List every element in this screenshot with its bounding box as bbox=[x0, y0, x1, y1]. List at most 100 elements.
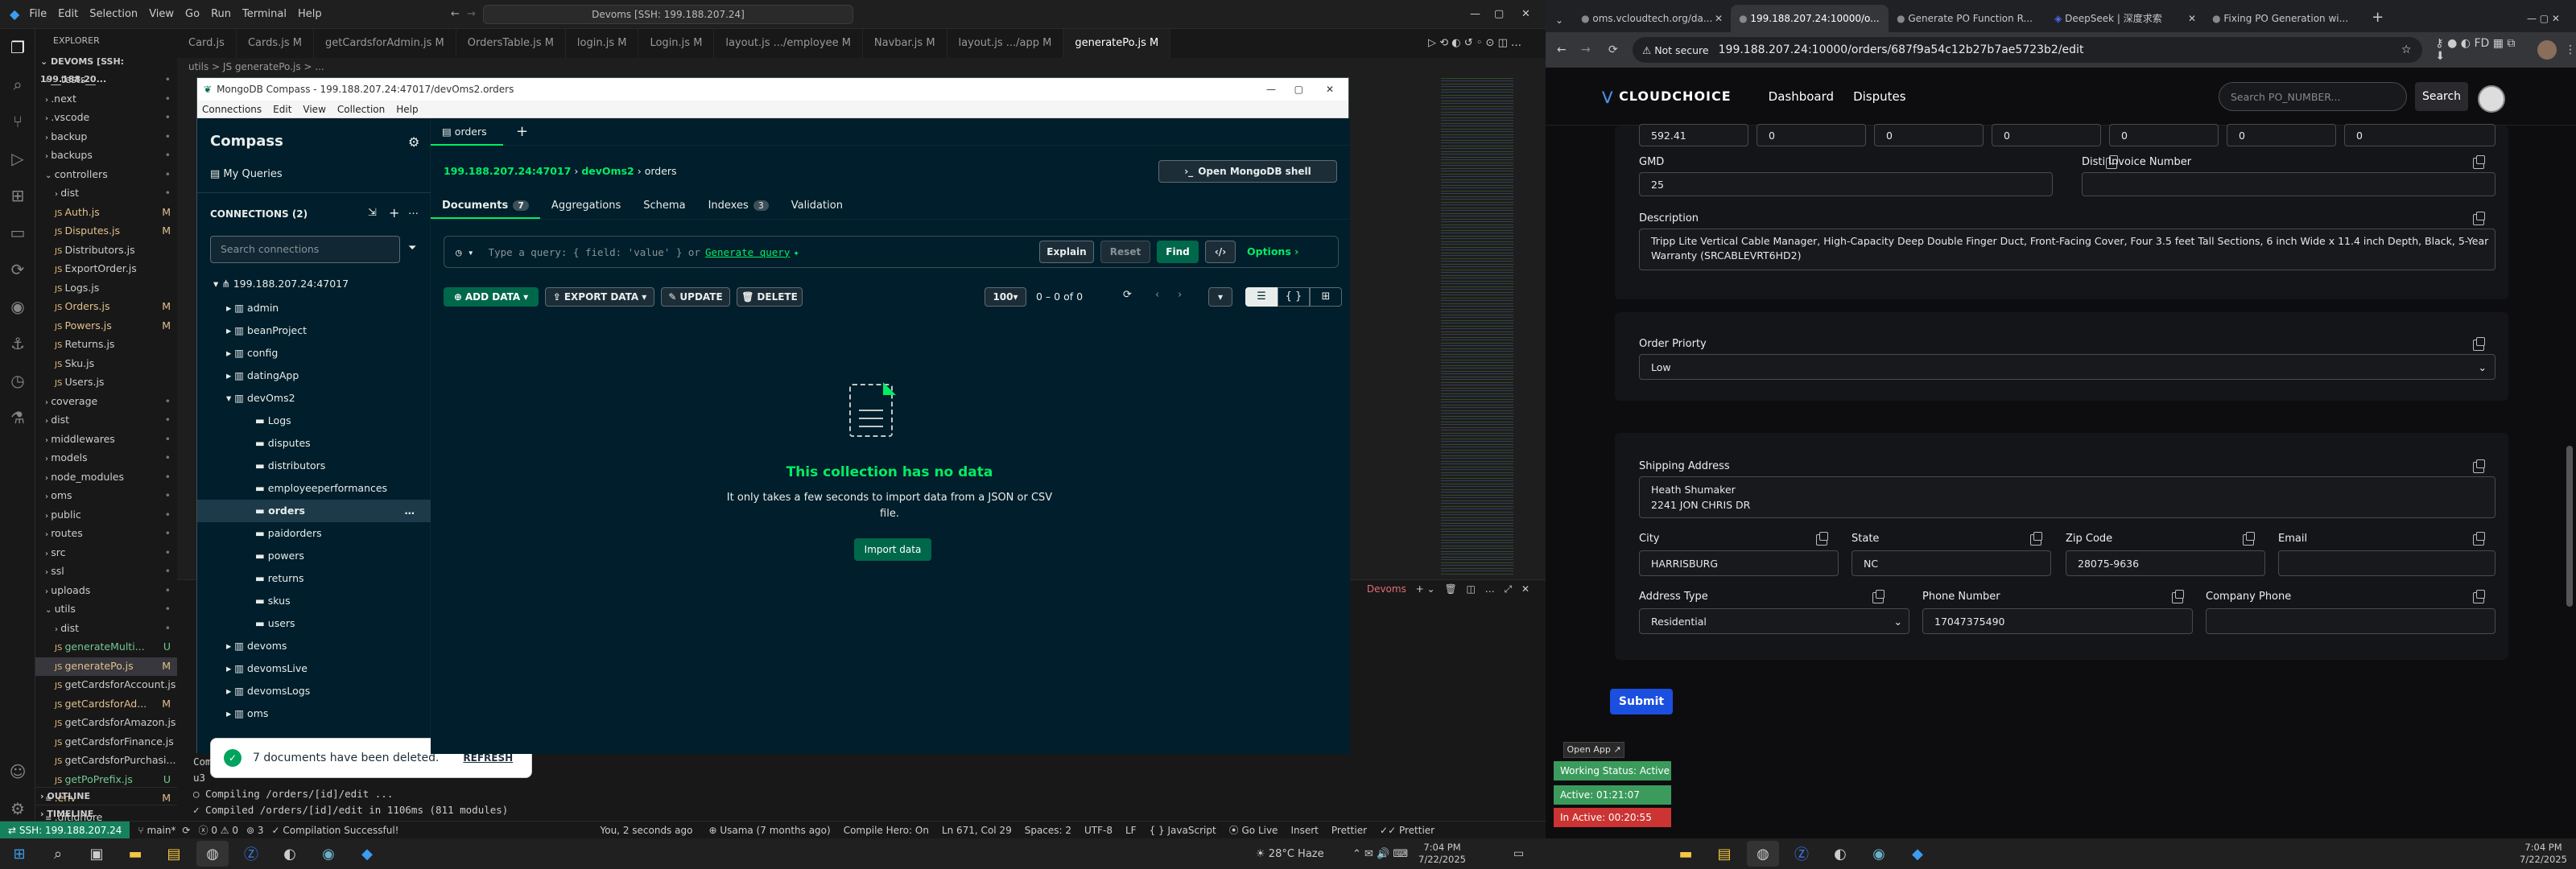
amount-input[interactable]: 0 bbox=[2344, 124, 2496, 146]
media-icon-2[interactable]: ◐ bbox=[1824, 841, 1856, 867]
list-view-toggle[interactable]: ☰ bbox=[1245, 287, 1278, 307]
tree-folder[interactable]: › public • bbox=[35, 506, 177, 525]
store-icon[interactable]: ▤ bbox=[158, 841, 190, 867]
compile-hero-status[interactable]: Compile Hero: On bbox=[844, 825, 929, 836]
copy-icon[interactable] bbox=[2172, 590, 2184, 603]
search-connections-input[interactable]: Search connections bbox=[210, 236, 400, 263]
scrollbar[interactable] bbox=[2566, 446, 2573, 607]
maximize-icon[interactable]: ▢ bbox=[1494, 8, 1504, 20]
tree-file[interactable]: JS Returns.js bbox=[35, 336, 177, 355]
refresh-icon[interactable]: ⟳ bbox=[1123, 289, 1132, 301]
start-icon[interactable]: ⊞ bbox=[3, 841, 35, 867]
database-item[interactable]: ▸ ▥ beanProject bbox=[197, 319, 431, 342]
collection-item[interactable]: ▬ users bbox=[197, 612, 431, 635]
tree-folder[interactable]: › .next • bbox=[35, 90, 177, 109]
tree-folder[interactable]: ⌄ utils • bbox=[35, 600, 177, 620]
compass-settings-icon[interactable]: ⚙ bbox=[408, 134, 419, 150]
docker-icon[interactable]: ⚓ bbox=[0, 325, 35, 362]
amount-input[interactable]: 0 bbox=[2109, 124, 2219, 146]
chrome-menu-icon[interactable]: ⋮ bbox=[2565, 43, 2576, 56]
address-bar[interactable]: ⚠ Not secure 199.188.207.24:10000/orders… bbox=[1633, 37, 2423, 63]
editor-action-icon[interactable]: ◫ bbox=[1498, 37, 1511, 49]
tree-file[interactable]: JS Orders.js M bbox=[35, 298, 177, 317]
collection-item[interactable]: ▬ skus bbox=[197, 590, 431, 612]
copy-icon[interactable] bbox=[2473, 337, 2485, 351]
open-app-button[interactable]: Open App ↗ bbox=[1563, 742, 1624, 758]
subtab-documents[interactable]: Documents 7 bbox=[431, 192, 540, 219]
compass-menu-help[interactable]: Help bbox=[396, 104, 418, 115]
tab-search-icon[interactable]: ⌄ bbox=[1546, 14, 1573, 32]
shipping-address-textarea[interactable]: Heath Shumaker 2241 JON CHRIS DR bbox=[1639, 476, 2496, 518]
amount-input[interactable]: 0 bbox=[1992, 124, 2101, 146]
nav-dashboard[interactable]: Dashboard bbox=[1769, 89, 1834, 104]
collection-item[interactable]: ▬ distributors bbox=[197, 455, 431, 477]
amount-input[interactable]: 0 bbox=[1757, 124, 1866, 146]
crumb-host[interactable]: 199.188.207.24:47017 bbox=[444, 165, 571, 177]
update-button[interactable]: ✎ UPDATE bbox=[661, 287, 730, 307]
taskbar-search-icon[interactable]: ⌕ bbox=[42, 841, 74, 867]
editor-action-icon[interactable]: ↺ bbox=[1464, 37, 1476, 49]
gmd-input[interactable]: 25 bbox=[1639, 172, 2053, 196]
terminal-label[interactable]: Devoms bbox=[1367, 583, 1406, 595]
tree-file[interactable]: JS getCardsforPurchasi... bbox=[35, 752, 177, 771]
export-data-button[interactable]: ⇪ EXPORT DATA ▾ bbox=[545, 287, 654, 307]
query-history-icon[interactable]: ◷ ▾ bbox=[456, 246, 474, 258]
database-item[interactable]: ▸ ▥ devomsLogs bbox=[197, 680, 431, 702]
subtab-indexes[interactable]: Indexes 3 bbox=[697, 192, 780, 219]
menu-item-go[interactable]: Go bbox=[185, 8, 200, 20]
editor-tab[interactable]: Cards.js M bbox=[237, 29, 314, 58]
compass-menu-edit[interactable]: Edit bbox=[273, 104, 291, 115]
zip-input[interactable]: 28075-9636 bbox=[2066, 550, 2265, 576]
view-options-select[interactable]: ▾ bbox=[1208, 287, 1232, 307]
store-icon-2[interactable]: ▤ bbox=[1708, 841, 1740, 867]
encoding-status[interactable]: UTF-8 bbox=[1084, 825, 1113, 836]
editor-tab[interactable]: generatePo.js M bbox=[1063, 29, 1171, 58]
tree-folder[interactable]: › ssl • bbox=[35, 562, 177, 582]
tree-file[interactable]: JS Distributors.js bbox=[35, 241, 177, 261]
database-item[interactable]: ▸ ▥ admin bbox=[197, 297, 431, 319]
source-control-icon[interactable]: ⑂ bbox=[0, 103, 35, 140]
find-button[interactable]: Find bbox=[1157, 241, 1199, 263]
account-icon[interactable]: ☺ bbox=[0, 753, 35, 790]
city-input[interactable]: HARRISBURG bbox=[1639, 550, 1839, 576]
back-icon[interactable]: ← bbox=[1557, 43, 1567, 56]
page-size-select[interactable]: 100 ▾ bbox=[985, 287, 1026, 307]
generate-query-link[interactable]: Generate query bbox=[705, 246, 790, 258]
collection-item[interactable]: ▬ disputes bbox=[197, 432, 431, 455]
testing-icon[interactable]: ⚗ bbox=[0, 399, 35, 436]
tree-folder[interactable]: › .vscode • bbox=[35, 109, 177, 128]
problems-status[interactable]: ⓧ 0 ⚠ 0 bbox=[198, 823, 237, 837]
file-explorer-icon[interactable]: ▬ bbox=[119, 841, 151, 867]
editor-tab[interactable]: Card.js bbox=[177, 29, 237, 58]
open-shell-button[interactable]: ›_ Open MongoDB shell bbox=[1158, 160, 1337, 183]
database-item[interactable]: ▸ ▥ devoms bbox=[197, 635, 431, 657]
explain-button[interactable]: Explain bbox=[1039, 241, 1094, 263]
indent-status[interactable]: Spaces: 2 bbox=[1025, 825, 1071, 836]
insert-status[interactable]: Insert bbox=[1290, 825, 1318, 836]
editor-action-icon[interactable]: ◐ bbox=[1451, 37, 1463, 49]
compass-menu-view[interactable]: View bbox=[303, 104, 325, 115]
tree-file[interactable]: JS Auth.js M bbox=[35, 204, 177, 223]
vscode-taskbar-icon-2[interactable]: ◆ bbox=[1901, 841, 1934, 867]
tab-close-icon[interactable]: ✕ bbox=[1715, 5, 1723, 32]
toast-refresh[interactable]: REFRESH bbox=[463, 752, 513, 764]
tree-folder[interactable]: › uploads • bbox=[35, 582, 177, 601]
compass-menu-collection[interactable]: Collection bbox=[337, 104, 385, 115]
delete-button[interactable]: 🗑 DELETE bbox=[737, 287, 803, 307]
collection-item[interactable]: ▬ returns bbox=[197, 567, 431, 590]
editor-tab[interactable]: Navbar.js M bbox=[863, 29, 947, 58]
clock[interactable]: 7:04 PM 7/22/2025 bbox=[1418, 842, 1466, 866]
menu-item-help[interactable]: Help bbox=[298, 8, 322, 20]
prettier-status[interactable]: Prettier bbox=[1331, 825, 1367, 836]
copy-icon[interactable] bbox=[2243, 532, 2255, 546]
go-live-status[interactable]: ⦿ Go Live bbox=[1229, 823, 1278, 837]
collection-item[interactable]: ▬ paidorders bbox=[197, 522, 431, 545]
remote-explorer-icon[interactable]: ▭ bbox=[0, 214, 35, 251]
menu-item-file[interactable]: File bbox=[29, 8, 47, 20]
menu-item-view[interactable]: View bbox=[149, 8, 174, 20]
branch-status[interactable]: ⑂ main* bbox=[138, 825, 175, 836]
collection-more-icon[interactable]: … bbox=[405, 500, 415, 522]
compass-minimize-icon[interactable]: — bbox=[1266, 84, 1276, 95]
extension-icons[interactable]: ⚷ ● ◐ FD ▦ ⧉ ⬇ bbox=[2435, 37, 2526, 63]
prettier-status-2[interactable]: ✓✓ Prettier bbox=[1380, 825, 1435, 836]
